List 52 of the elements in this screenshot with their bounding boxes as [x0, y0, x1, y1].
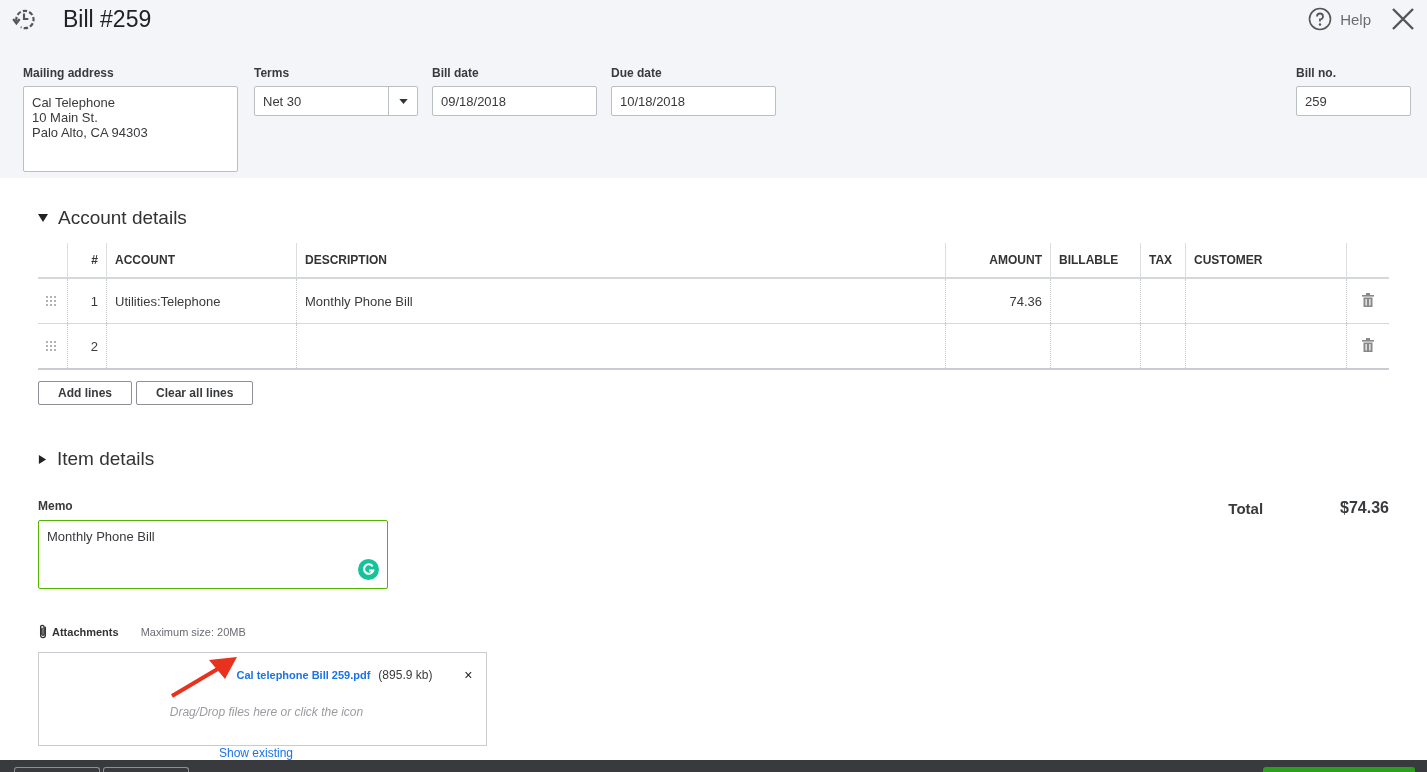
table-cell: 1	[90, 293, 98, 309]
date-field[interactable]: 10/18/2018	[611, 86, 776, 116]
field-label: Bill date	[432, 66, 480, 80]
field-label: Memo	[38, 499, 74, 513]
column-header: ACCOUNT	[115, 253, 175, 267]
drop-hint: Drag/Drop files here or click the icon	[169, 705, 364, 719]
footer-button[interactable]	[103, 767, 189, 772]
table-cell: Monthly Phone Bill	[305, 293, 413, 309]
table-action-button[interactable]: Clear all lines	[136, 381, 254, 405]
table-action-button[interactable]: Add lines	[38, 381, 132, 405]
attachment-link[interactable]: Cal telephone Bill 259.pdf	[236, 669, 371, 681]
section-title: Item details	[57, 448, 155, 470]
total-label: Total	[1228, 500, 1264, 517]
show-existing-link[interactable]: Show existing	[219, 746, 294, 760]
trash-icon[interactable]	[1362, 337, 1374, 352]
terms-dropdown[interactable]: Net 30	[254, 86, 418, 116]
total-amount: $74.36	[1340, 499, 1389, 517]
section-toggle[interactable]: Item details	[38, 448, 155, 470]
column-header: TAX	[1149, 253, 1173, 267]
size-limit-text: Maximum size: 20MB	[140, 625, 246, 638]
trash-icon[interactable]	[1362, 292, 1374, 307]
help-icon[interactable]	[1308, 7, 1333, 31]
memo-field[interactable]: Monthly Phone Bill	[38, 520, 388, 589]
drag-handle-icon[interactable]	[46, 295, 56, 306]
remove-attachment-button[interactable]: ×	[464, 667, 473, 683]
field-label: Terms	[254, 66, 291, 80]
table-cell: Utilities:Telephone	[115, 293, 221, 309]
caret-icon	[398, 98, 408, 104]
column-header: DESCRIPTION	[305, 253, 387, 267]
close-icon[interactable]	[1391, 7, 1415, 31]
help-link[interactable]: Help	[1340, 10, 1371, 28]
attachments-label: Attachments	[52, 625, 119, 638]
footer-button[interactable]	[14, 767, 100, 772]
field-label: Due date	[611, 66, 663, 80]
drag-handle-icon[interactable]	[46, 340, 56, 351]
paperclip-icon	[38, 623, 48, 640]
field-label: Mailing address	[23, 66, 115, 80]
annotation-arrow	[169, 657, 239, 699]
grammar-check-icon[interactable]	[358, 559, 379, 580]
bill-number-field[interactable]: 259	[1296, 86, 1411, 116]
column-header: #	[91, 253, 98, 267]
field-label: Bill no.	[1296, 66, 1337, 80]
table-cell: 74.36	[1009, 293, 1042, 309]
window-title: Bill #259	[63, 5, 152, 33]
column-header: BILLABLE	[1059, 253, 1119, 267]
address-field[interactable]: Cal Telephone 10 Main St. Palo Alto, CA 94303	[23, 86, 238, 172]
column-header: AMOUNT	[989, 253, 1042, 267]
attachment-dropzone[interactable]: Cal telephone Bill 259.pdf (895.9 kb) × Drag/Drop files here or click the icon	[38, 652, 487, 746]
date-field[interactable]: 09/18/2018	[432, 86, 597, 116]
table-cell: 2	[90, 338, 98, 354]
file-size-text: (895.9 kb)	[378, 668, 433, 682]
column-header: CUSTOMER	[1194, 253, 1263, 267]
